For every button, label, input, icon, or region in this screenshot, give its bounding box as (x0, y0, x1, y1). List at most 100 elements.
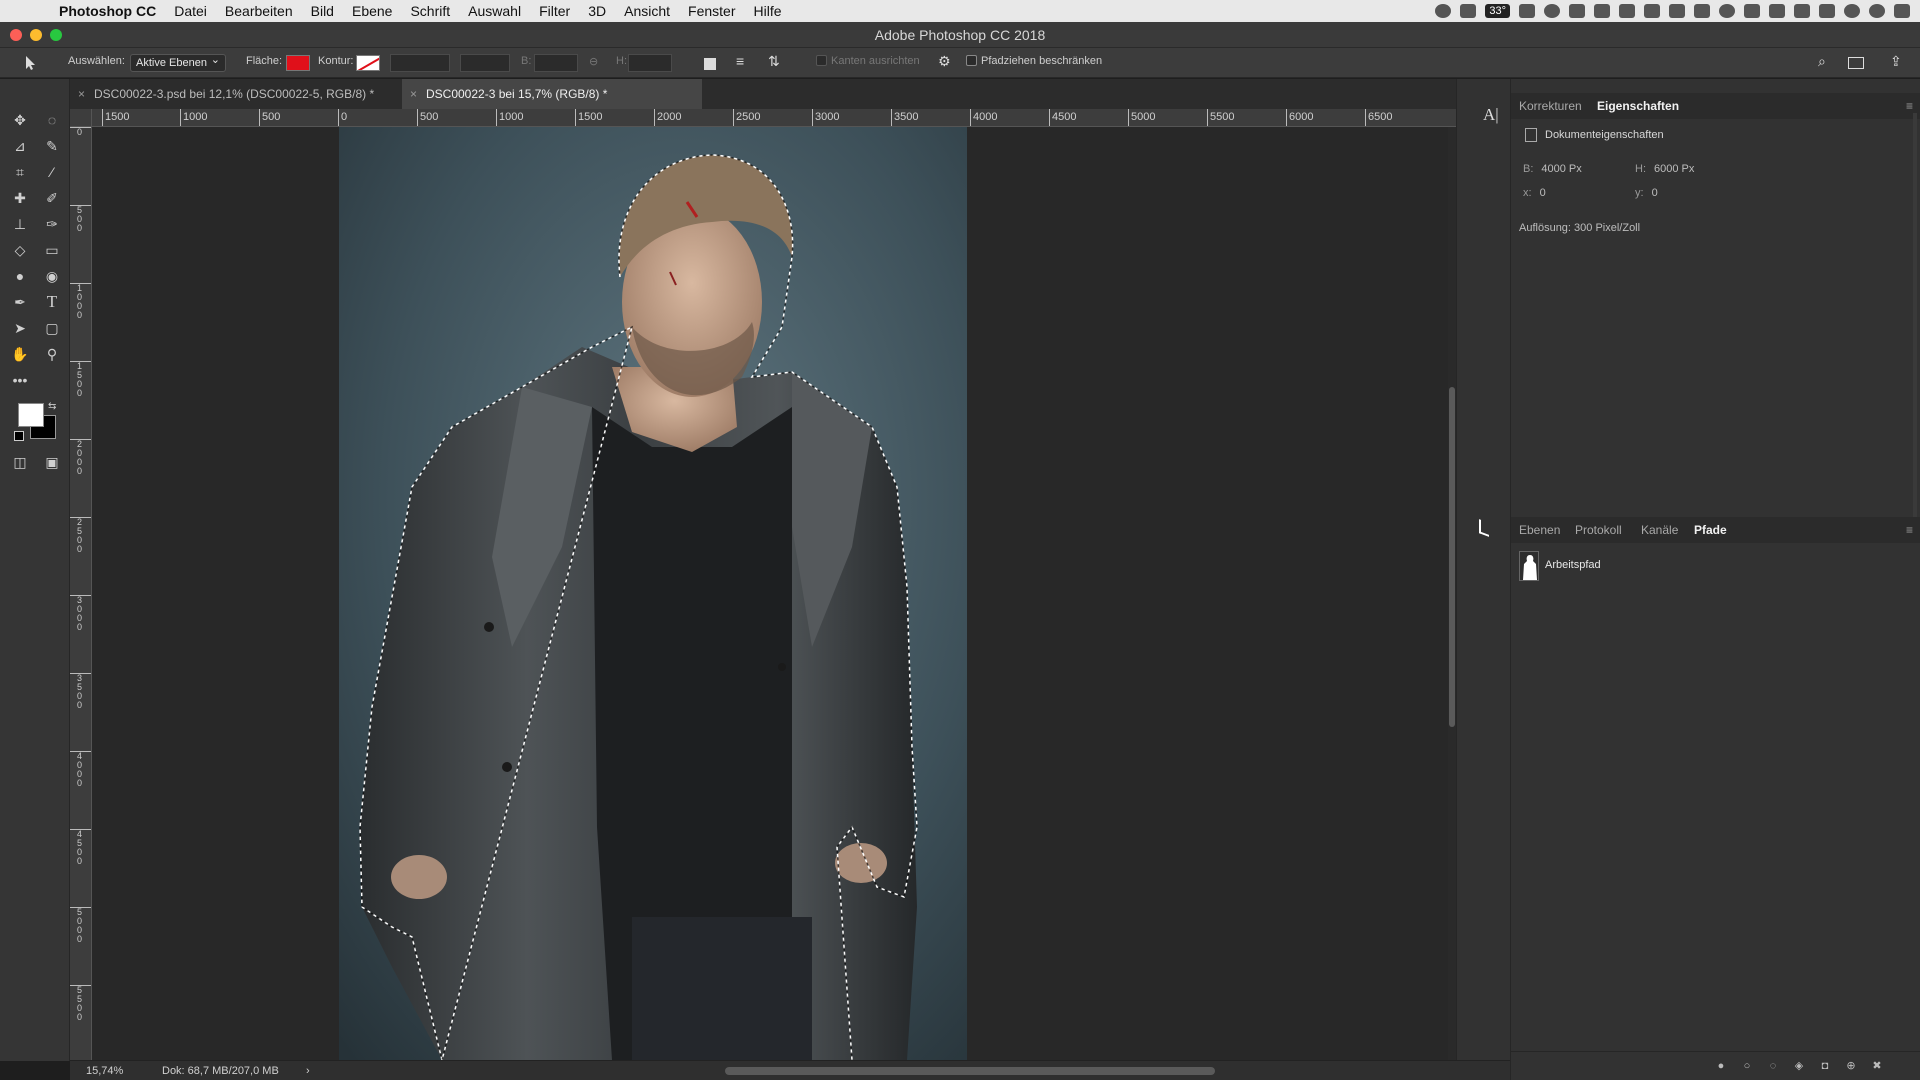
display-icon[interactable] (1460, 4, 1477, 18)
zoom-level[interactable]: 15,74% (86, 1065, 123, 1077)
battery-icon[interactable] (1819, 4, 1835, 18)
vertical-ruler[interactable]: 0 5 0 0 1 0 0 0 1 5 0 0 2 0 0 0 2 5 0 0 … (70, 127, 92, 1060)
menu-ansicht[interactable]: Ansicht (615, 3, 679, 19)
temperature-badge[interactable]: 33° (1485, 4, 1510, 18)
document-size[interactable]: Dok: 68,7 MB/207,0 MB (162, 1065, 279, 1077)
history-brush-tool-icon[interactable]: ✑ (40, 213, 64, 235)
gradient-tool-icon[interactable]: ▭ (40, 239, 64, 261)
search-icon[interactable]: ⌕ (1818, 53, 1826, 70)
fill-color-swatch[interactable] (286, 55, 310, 71)
share-icon[interactable]: ⇪ (1890, 53, 1902, 70)
menu-ebene[interactable]: Ebene (343, 3, 401, 19)
x-value[interactable]: 0 (1540, 187, 1546, 199)
properties-scrollbar[interactable] (1913, 113, 1917, 517)
constrain-path-checkbox[interactable]: Pfadziehen beschränken (966, 55, 1102, 67)
default-colors-icon[interactable] (14, 431, 24, 441)
close-tab-icon[interactable]: × (410, 87, 417, 101)
menu-fenster[interactable]: Fenster (679, 3, 744, 19)
menu-auswahl[interactable]: Auswahl (459, 3, 530, 19)
horizontal-scrollbar-thumb[interactable] (725, 1067, 1215, 1075)
dodge-tool-icon[interactable]: ◉ (40, 265, 64, 287)
load-selection-icon[interactable]: ◌ (1767, 1060, 1779, 1072)
add-mask-icon[interactable]: ◘ (1819, 1060, 1831, 1072)
width-field[interactable] (534, 54, 578, 72)
path-arrangement-icon[interactable]: ⇅ (768, 53, 780, 70)
creative-cloud-icon[interactable] (1544, 4, 1560, 18)
hand-tool-icon[interactable]: ✋ (8, 343, 32, 365)
lasso-tool-icon[interactable]: ⊿ (8, 135, 32, 157)
menu-hilfe[interactable]: Hilfe (745, 3, 791, 19)
menu-filter[interactable]: Filter (530, 3, 579, 19)
stroke-path-icon[interactable]: ○ (1741, 1060, 1753, 1072)
new-path-icon[interactable]: ⊕ (1845, 1060, 1857, 1072)
link-icon[interactable]: ⊖ (589, 55, 598, 68)
menu-bild[interactable]: Bild (302, 3, 343, 19)
airplay-icon[interactable] (1794, 4, 1810, 18)
y-value[interactable]: 0 (1652, 187, 1658, 199)
select-dropdown[interactable]: Aktive Ebenen (130, 53, 226, 72)
stroke-color-swatch[interactable] (356, 55, 380, 71)
menu-datei[interactable]: Datei (165, 3, 216, 19)
type-tool-icon[interactable]: T (40, 291, 64, 313)
quick-mask-icon[interactable]: ◫ (8, 451, 32, 473)
tab-eigenschaften[interactable]: Eigenschaften (1597, 99, 1679, 113)
path-selection-tool-button[interactable]: ➤ (8, 317, 32, 339)
siri-icon[interactable] (1869, 4, 1885, 18)
move-tool-icon[interactable]: ✥ (8, 109, 32, 131)
rounded-rectangle-tool-icon[interactable]: ▢ (40, 317, 64, 339)
tab-document-2[interactable]: × DSC00022-3 bei 15,7% (RGB/8) * (402, 79, 702, 109)
tab-kanaele[interactable]: Kanäle (1641, 523, 1678, 537)
quick-selection-tool-icon[interactable]: ✎ (40, 135, 64, 157)
fill-path-icon[interactable]: ● (1715, 1060, 1727, 1072)
tab-ebenen[interactable]: Ebenen (1519, 523, 1560, 537)
close-tab-icon[interactable]: × (78, 87, 85, 101)
make-work-path-icon[interactable]: ◈ (1793, 1060, 1805, 1072)
zoom-tool-icon[interactable]: ⚲ (40, 343, 64, 365)
menu-3d[interactable]: 3D (579, 3, 615, 19)
character-panel-icon[interactable]: A| (1483, 105, 1499, 125)
spotlight-search-icon[interactable] (1844, 4, 1860, 18)
bluetooth-icon[interactable] (1744, 4, 1760, 18)
healing-brush-tool-icon[interactable]: ✚ (8, 187, 32, 209)
sync-icon[interactable] (1719, 4, 1735, 18)
blur-tool-icon[interactable]: ● (8, 265, 32, 287)
dropbox-icon[interactable] (1594, 4, 1610, 18)
swap-colors-icon[interactable]: ⇆ (48, 401, 56, 412)
evernote-icon[interactable] (1644, 4, 1660, 18)
screen-mode-icon[interactable]: ▣ (40, 451, 64, 473)
foreground-color-swatch[interactable] (18, 403, 44, 427)
status-menu-arrow-icon[interactable]: › (306, 1065, 310, 1077)
workspace-icon[interactable] (1848, 57, 1864, 69)
height-field[interactable] (628, 54, 672, 72)
path-row[interactable]: Arbeitspfad (1515, 547, 1917, 581)
hd-icon[interactable] (1669, 4, 1685, 18)
crop-tool-icon[interactable]: ⌗ (8, 161, 32, 183)
gear-icon[interactable]: ⚙ (938, 53, 951, 70)
stroke-width-field[interactable] (390, 54, 450, 72)
tab-korrekturen[interactable]: Korrekturen (1519, 99, 1582, 113)
document-canvas[interactable] (92, 127, 1456, 1060)
notification-center-icon[interactable] (1894, 4, 1910, 18)
wifi-icon[interactable] (1769, 4, 1785, 18)
ruler-origin[interactable] (70, 109, 92, 127)
eraser-tool-icon[interactable]: ◇ (8, 239, 32, 261)
menu-schrift[interactable]: Schrift (401, 3, 459, 19)
path-alignment-icon[interactable]: ≡ (736, 53, 744, 69)
height-value[interactable]: 6000 Px (1654, 163, 1694, 175)
path-selection-tool-icon[interactable] (22, 55, 38, 74)
eyedropper-tool-icon[interactable]: ⁄ (40, 161, 64, 183)
width-value[interactable]: 4000 Px (1541, 163, 1581, 175)
panel-menu-icon[interactable]: ≡ (1906, 523, 1913, 537)
trash-icon[interactable]: ✖ (1871, 1060, 1883, 1072)
battery-monitor-icon[interactable] (1519, 4, 1535, 18)
feather-icon[interactable] (1569, 4, 1585, 18)
brush-tool-icon[interactable]: ✐ (40, 187, 64, 209)
vertical-scrollbar-thumb[interactable] (1449, 387, 1455, 727)
more-tools-icon[interactable]: ••• (8, 369, 32, 391)
path-operations-icon[interactable] (704, 58, 716, 70)
tab-pfade[interactable]: Pfade (1694, 523, 1727, 537)
horizontal-ruler[interactable]: 1500 1000 500 0 500 1000 1500 2000 2500 … (92, 109, 1456, 127)
elliptical-marquee-tool-icon[interactable]: ◌ (40, 109, 64, 131)
stroke-type-dropdown[interactable] (460, 54, 510, 72)
tab-protokoll[interactable]: Protokoll (1575, 523, 1622, 537)
